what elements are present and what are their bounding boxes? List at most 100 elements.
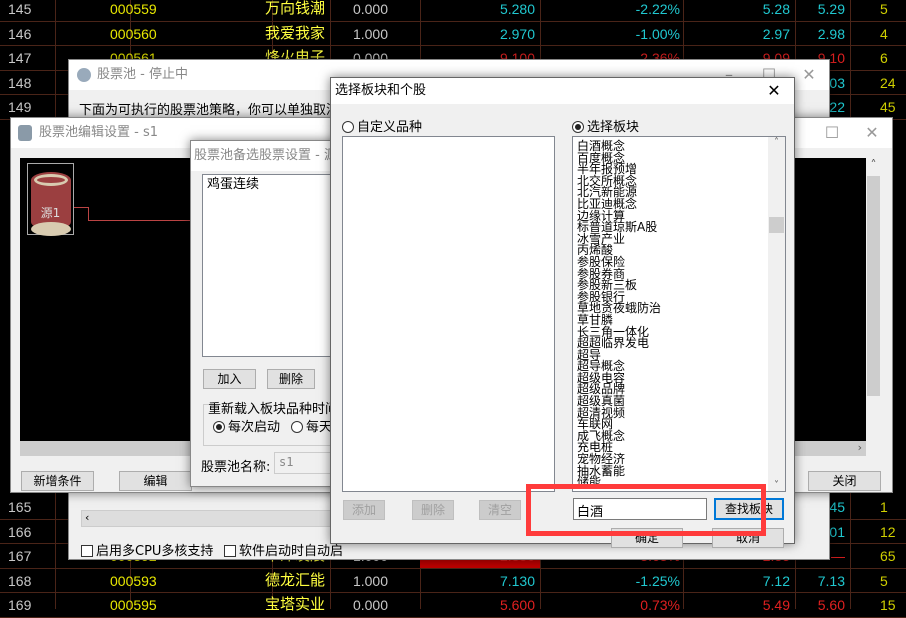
radio-label: 自定义品种 [357,120,423,135]
cell-extra: 6 [880,50,888,67]
source-node[interactable]: 源1 [27,163,74,236]
vertical-scrollbar[interactable]: ˄ ˅ [768,137,785,491]
cell-code: 000593 [110,572,157,589]
table-row[interactable]: 169 000595 宝塔实业 0.000 5.600 0.73% 5.49 5.60 15 [0,593,906,618]
close-button[interactable]: ✕ [789,60,829,90]
sector-item[interactable]: 抽水蓄能 [573,465,785,478]
maximize-button[interactable]: ☐ [812,118,852,148]
cell-extra: 4 [880,25,888,42]
cell-change: 0.73% [640,597,680,614]
cell-code: 000559 [110,1,157,17]
radio-label: 每次启动 [228,420,281,435]
cell-change: -1.25% [635,572,680,589]
delete-button[interactable]: 删除 [267,369,315,389]
cell-num: 169 [8,597,32,614]
cell-num: 149 [8,99,32,116]
each-start-radio[interactable]: 每次启动 [213,416,280,435]
table-row[interactable]: 146 000560 我爱我家 1.000 2.970 -1.00% 2.97 2.98 4 [0,22,906,47]
cell-extra: 15 [880,597,896,614]
cell-price: 7.130 [499,572,535,589]
cell-name: 宝塔实业 [264,596,325,614]
close-dialog-button[interactable]: 关闭 [808,471,881,491]
window-title: 股票池备选股票设置 - 源1 [194,148,346,163]
pool-icon [77,68,91,82]
cell-price: 5.280 [499,1,535,17]
autostart-checkbox[interactable]: 软件启动时自动启 [224,540,343,559]
sector-list[interactable]: 白酒概念 百度概念 半年报预增 北交所概念 北汽新能源 比亚迪概念 边缘计算 标普道琼斯A股冰… [572,136,786,492]
list-item[interactable]: 鸡蛋连续 [203,178,341,192]
multicpu-checkbox[interactable]: 启用多CPU多核支持 [81,540,213,559]
window-title: 股票池编辑设置 - s1 [39,125,158,140]
title-bar: 股票池备选股票设置 - 源1 [191,141,349,171]
cell-ask: 2.98 [817,25,845,42]
close-button[interactable]: ✕ [852,118,892,148]
scroll-down-icon[interactable]: ˅ [768,480,785,491]
horizontal-scrollbar[interactable]: ‹ [81,510,331,527]
cell-num: 166 [8,523,32,540]
cell-num: 145 [8,1,32,17]
clear-button[interactable]: 清空 [479,500,521,520]
delete-button[interactable]: 删除 [412,500,454,520]
cell-change: -2.22% [635,1,680,17]
checkbox-label: 软件启动时自动启 [239,544,344,559]
cell-name: 万向钱潮 [264,0,325,17]
cell-bid: 5.28 [762,1,790,17]
cell-num: 168 [8,572,32,589]
cell-v1: 1.000 [352,572,388,589]
cell-extra: 5 [880,1,888,17]
cell-ask: 7.13 [817,572,845,589]
scroll-up-icon[interactable]: ˄ [768,137,785,148]
cell-ask: 5.29 [817,1,845,17]
vertical-scrollbar[interactable]: ˄ [866,158,881,441]
radio-label: 每天 [306,420,333,435]
cell-extra: 1 [880,499,888,515]
description: 下面为可执行的股票池策略，你可以单独取消勾 [79,103,353,118]
cell-name: 德龙汇能 [264,571,325,589]
cell-v1: 0.000 [352,1,388,17]
cell-ask: 5.60 [817,597,845,614]
cell-num: 167 [8,548,32,565]
table-row[interactable]: 145 000559 万向钱潮 0.000 5.280 -2.22% 5.28 5.29 5 [0,0,906,22]
cell-price: 2.970 [499,25,535,42]
custom-list[interactable] [342,136,555,492]
database-icon [18,125,32,141]
cell-extra: 5 [880,572,888,589]
sector-item[interactable]: 超超临界发电 [573,337,785,350]
edit-button[interactable]: 编辑 [119,471,192,491]
cell-bid: 5.49 [762,597,790,614]
candidate-list[interactable]: 鸡蛋连续 [202,174,342,357]
window-title: 股票池 - 停止中 [97,67,188,82]
cell-v1: 0.000 [352,597,388,614]
daily-radio[interactable]: 每天 [291,416,332,435]
cylinder-top [34,174,68,186]
sector-radio[interactable]: 选择板块 [572,116,639,135]
close-button[interactable]: ✕ [754,78,794,104]
cell-num: 165 [8,499,32,515]
table-row[interactable]: 168 000593 德龙汇能 1.000 7.130 -1.25% 7.12 7.13 5 [0,569,906,594]
add-button[interactable]: 添加 [343,500,385,520]
add-button[interactable]: 加入 [203,369,256,389]
cell-name: 我爱我家 [264,24,325,42]
cylinder-bottom [31,222,71,236]
cell-extra: 65 [880,548,896,565]
cell-change: -1.00% [635,25,680,42]
title-bar: 选择板块和个股 ✕ [331,78,794,104]
node-label: 源1 [40,206,61,220]
custom-radio[interactable]: 自定义品种 [342,116,422,135]
cell-code: 000560 [110,25,157,42]
cell-bid: 2.97 [762,25,790,42]
cell-num: 148 [8,74,32,91]
radio-label: 选择板块 [587,120,640,135]
add-condition-button[interactable]: 新增条件 [21,471,94,491]
cell-v1: 1.000 [352,25,388,42]
group-title: 重新载入板块品种时间 [208,398,339,417]
cell-price: 5.600 [499,597,535,614]
cell-extra: 12 [880,523,896,540]
pool-name-label: 股票池名称: [201,460,271,475]
highlight-box [526,484,766,536]
window-title: 选择板块和个股 [335,83,427,98]
scroll-thumb[interactable] [769,217,784,233]
cell-code: 000595 [110,597,157,614]
cell-num: 146 [8,25,32,42]
cell-extra: 24 [880,74,896,91]
